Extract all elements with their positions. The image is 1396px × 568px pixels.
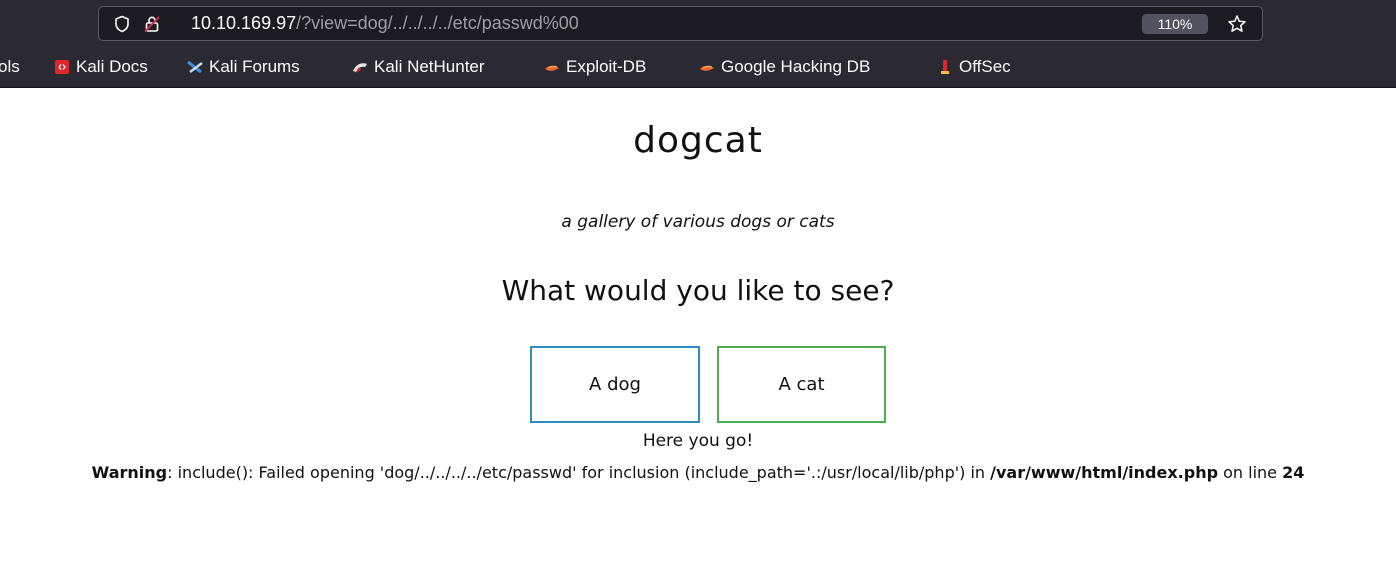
bookmark-offsec[interactable]: OffSec xyxy=(937,56,1011,78)
tagline: a gallery of various dogs or cats xyxy=(561,212,835,232)
warning-file-path: /var/www/html/index.php xyxy=(990,463,1219,482)
bookmark-label: ols xyxy=(0,57,20,76)
url-host: 10.10.169.97 xyxy=(191,13,297,33)
question-heading: What would you like to see? xyxy=(501,274,895,307)
bookmark-label: Kali NetHunter xyxy=(374,57,485,76)
bookmark-tools[interactable]: ols xyxy=(0,56,20,78)
insecure-lock-icon[interactable] xyxy=(143,15,161,33)
shield-icon[interactable] xyxy=(113,15,131,33)
bookmark-google-hacking-db[interactable]: Google Hacking DB xyxy=(699,56,870,78)
php-warning-message: Warning: include(): Failed opening 'dog/… xyxy=(80,458,1316,488)
dog-button[interactable]: A dog xyxy=(530,346,700,423)
bookmark-label: Google Hacking DB xyxy=(721,57,871,76)
result-text: Here you go! xyxy=(642,431,754,451)
star-bookmark-icon[interactable] xyxy=(1227,14,1247,34)
kali-nethunter-icon xyxy=(353,63,367,73)
bookmark-kali-nethunter[interactable]: Kali NetHunter xyxy=(352,56,485,78)
cat-button[interactable]: A cat xyxy=(717,346,886,423)
kali-forums-icon xyxy=(187,60,203,74)
bookmark-label: Exploit-DB xyxy=(566,57,647,76)
kali-docs-icon xyxy=(55,60,69,74)
zoom-level-badge[interactable]: 110% xyxy=(1142,14,1208,34)
bookmark-label: Kali Docs xyxy=(76,57,148,76)
url-path: /?view=dog/../../../../etc/passwd%00 xyxy=(296,13,579,33)
offsec-icon xyxy=(941,60,949,74)
address-bar[interactable]: 10.10.169.97/?view=dog/../../../../etc/p… xyxy=(98,6,1263,41)
bookmark-label: OffSec xyxy=(959,57,1011,76)
bookmark-kali-forums[interactable]: Kali Forums xyxy=(187,56,300,78)
browser-toolbar: 10.10.169.97/?view=dog/../../../../etc/p… xyxy=(0,0,1396,47)
bookmark-label: Kali Forums xyxy=(209,57,300,76)
warning-text: : include(): Failed opening 'dog/../../.… xyxy=(167,463,991,482)
url-text[interactable]: 10.10.169.97/?view=dog/../../../../etc/p… xyxy=(191,13,579,34)
bookmark-exploit-db[interactable]: Exploit-DB xyxy=(544,56,646,78)
exploit-db-icon xyxy=(545,65,559,71)
site-title: dogcat xyxy=(633,120,763,161)
ghdb-icon xyxy=(700,65,714,71)
bookmarks-toolbar: ols Kali Docs Kali Forums Kali NetHunter… xyxy=(0,47,1396,88)
warning-line-number: 24 xyxy=(1282,463,1305,482)
bookmark-kali-docs[interactable]: Kali Docs xyxy=(54,56,148,78)
warning-line-text: on line xyxy=(1218,463,1283,482)
page-content: dogcat a gallery of various dogs or cats… xyxy=(0,88,1396,568)
warning-label: Warning xyxy=(91,463,168,482)
